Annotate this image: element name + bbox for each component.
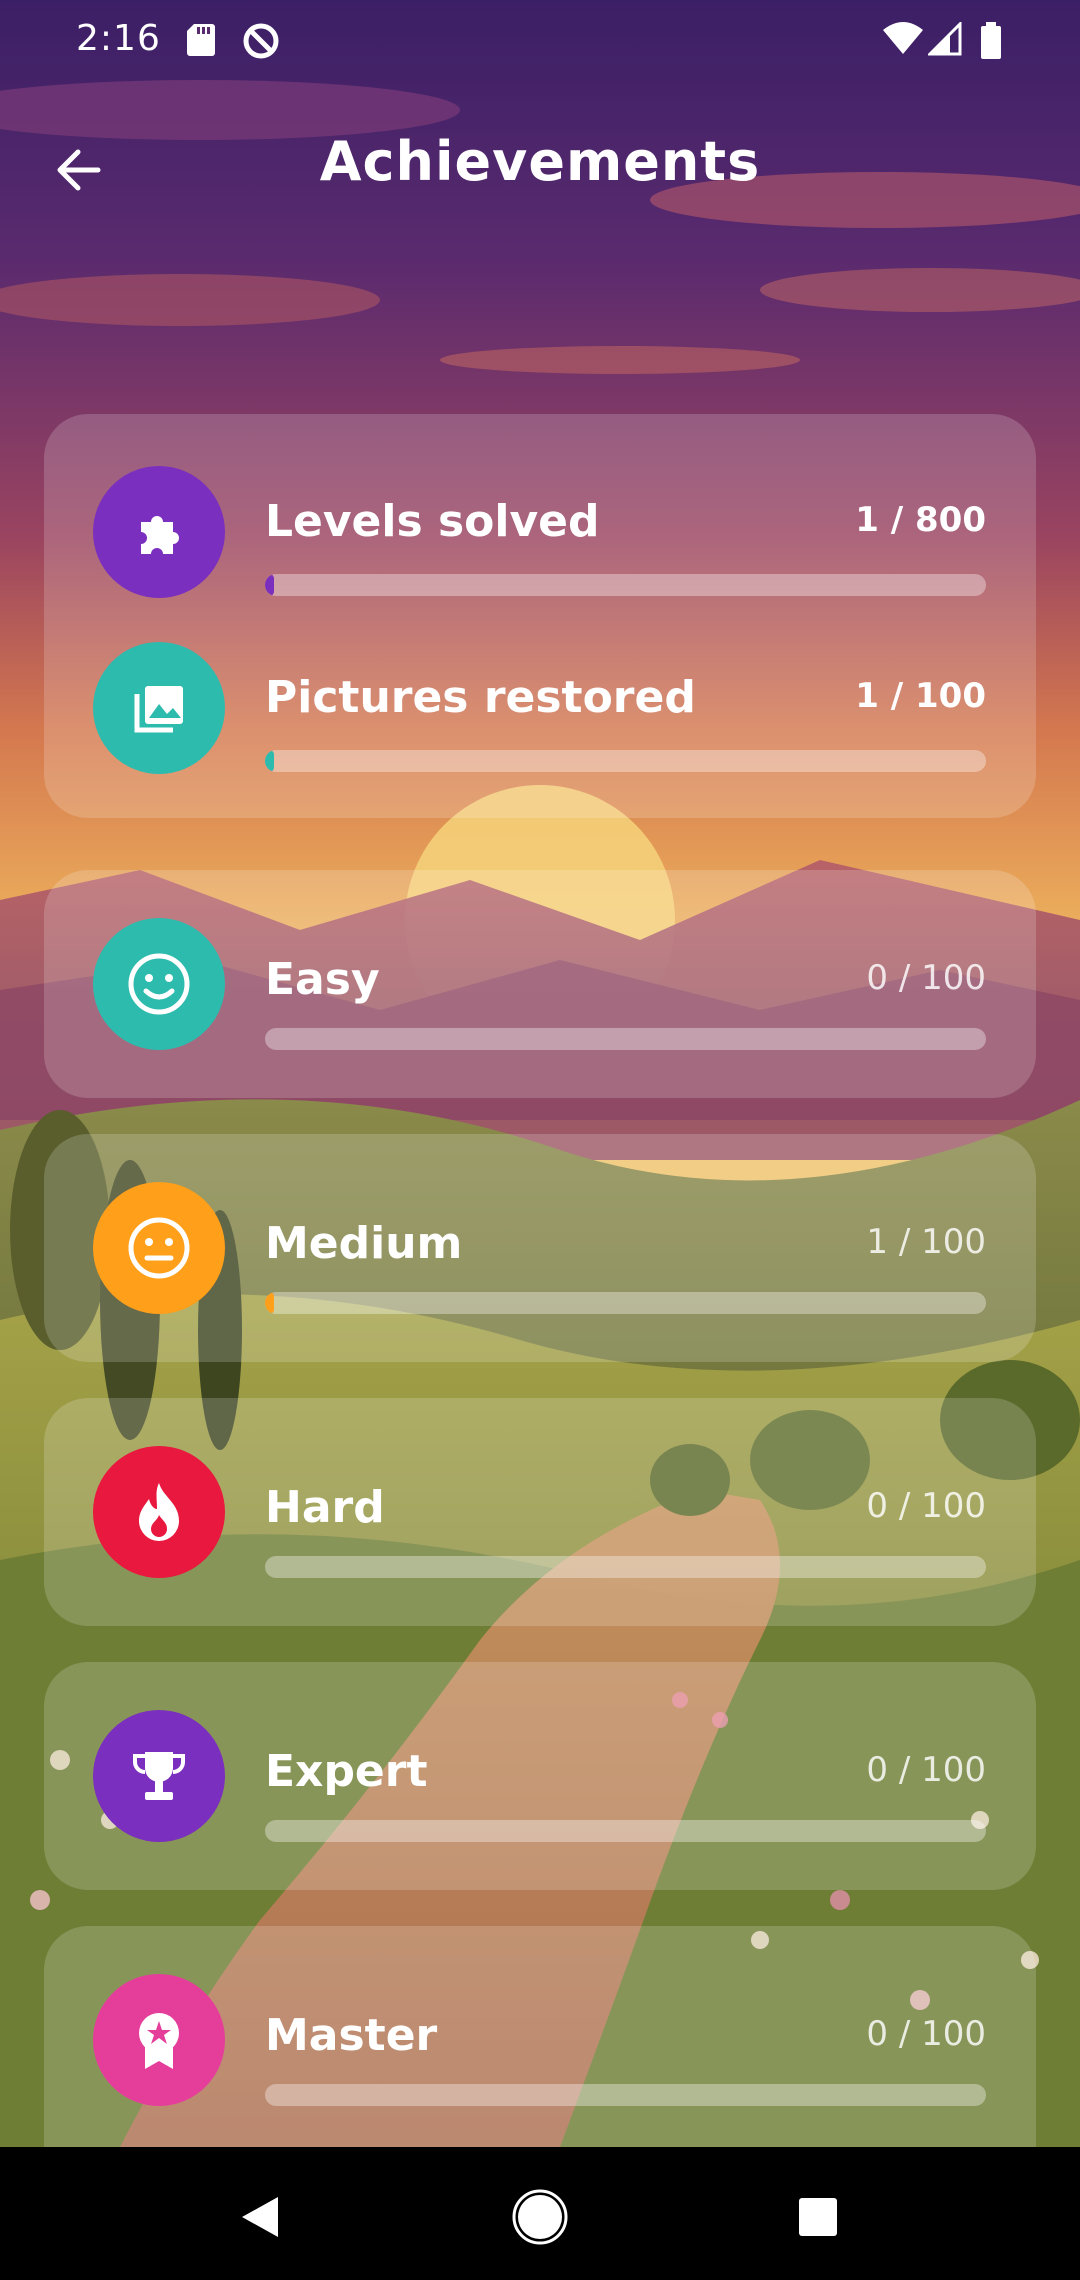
progress-track — [265, 574, 986, 596]
recents-square-icon — [799, 2198, 837, 2236]
wifi-icon — [882, 22, 924, 60]
app-bar: Achievements — [0, 110, 1080, 210]
navigation-bar — [0, 2147, 1080, 2280]
trophy-icon — [93, 1710, 225, 1842]
nav-home-button[interactable] — [500, 2177, 580, 2257]
battery-icon — [980, 22, 1002, 64]
achievement-row-master: Master 0 / 100 — [44, 1970, 1036, 2110]
achievement-label: Medium — [265, 1218, 463, 1269]
sd-card-icon — [186, 22, 216, 62]
achievement-label: Master — [265, 2010, 438, 2061]
progress-track — [265, 2084, 986, 2106]
summary-card: Levels solved 1 / 800 Pictures restored … — [44, 414, 1036, 818]
progress-fill — [265, 750, 274, 772]
achievement-count: 0 / 100 — [866, 1486, 986, 1526]
page-title: Achievements — [319, 130, 761, 193]
image-library-icon — [93, 642, 225, 774]
achievement-label: Expert — [265, 1746, 428, 1797]
smile-icon — [93, 918, 225, 1050]
progress-track — [265, 1820, 986, 1842]
puzzle-icon — [93, 466, 225, 598]
achievement-label: Easy — [265, 954, 380, 1005]
achievement-card-hard[interactable]: Hard 0 / 100 — [44, 1398, 1036, 1626]
nav-recents-button[interactable] — [778, 2177, 858, 2257]
achievement-count: 1 / 100 — [855, 676, 986, 716]
achievement-label: Levels solved — [265, 496, 600, 547]
achievement-card-expert[interactable]: Expert 0 / 100 — [44, 1662, 1036, 1890]
progress-track — [265, 1556, 986, 1578]
back-triangle-icon — [242, 2197, 278, 2237]
achievement-card-easy[interactable]: Easy 0 / 100 — [44, 870, 1036, 1098]
status-bar: 2:16 — [0, 0, 1080, 90]
achievement-row-easy: Easy 0 / 100 — [44, 914, 1036, 1054]
progress-fill — [265, 574, 274, 596]
nav-back-button[interactable] — [220, 2177, 300, 2257]
achievement-card-medium[interactable]: Medium 1 / 100 — [44, 1134, 1036, 1362]
status-time: 2:16 — [76, 18, 161, 59]
progress-track — [265, 1292, 986, 1314]
achievement-row-medium: Medium 1 / 100 — [44, 1178, 1036, 1318]
achievement-card-master[interactable]: Master 0 / 100 — [44, 1926, 1036, 2147]
achievement-count: 0 / 100 — [866, 958, 986, 998]
achievement-row-expert: Expert 0 / 100 — [44, 1706, 1036, 1846]
progress-track — [265, 750, 986, 772]
neutral-face-icon — [93, 1182, 225, 1314]
flame-icon — [93, 1446, 225, 1578]
medal-icon — [93, 1974, 225, 2106]
signal-icon — [926, 20, 962, 60]
achievement-count: 0 / 100 — [866, 2014, 986, 2054]
data-saver-icon — [242, 22, 280, 64]
achievement-row-pictures-restored[interactable]: Pictures restored 1 / 100 — [44, 638, 1036, 778]
achievement-row-hard: Hard 0 / 100 — [44, 1442, 1036, 1582]
achievement-label: Pictures restored — [265, 672, 696, 723]
home-circle-icon — [512, 2189, 568, 2245]
achievement-label: Hard — [265, 1482, 385, 1533]
achievement-count: 1 / 800 — [855, 500, 986, 540]
progress-fill — [265, 1292, 274, 1314]
achievement-count: 1 / 100 — [866, 1222, 986, 1262]
achievement-row-levels-solved[interactable]: Levels solved 1 / 800 — [44, 462, 1036, 602]
progress-track — [265, 1028, 986, 1050]
achievement-count: 0 / 100 — [866, 1750, 986, 1790]
